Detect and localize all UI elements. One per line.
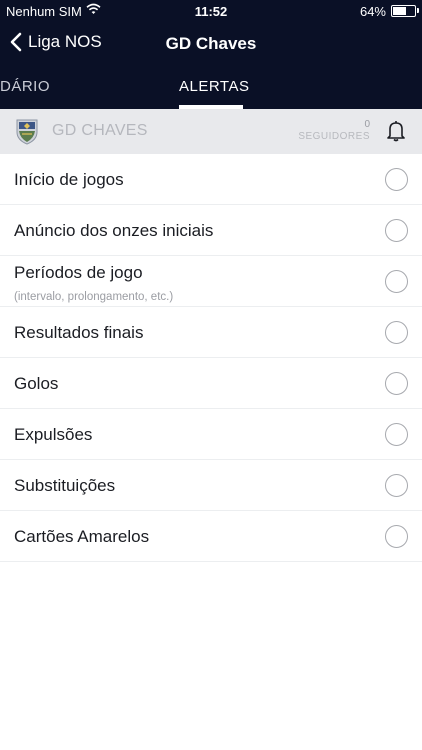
alert-label: Resultados finais <box>14 323 144 342</box>
alert-row-expulsoes[interactable]: Expulsões <box>0 409 422 460</box>
battery-tip <box>417 8 419 13</box>
alert-row-resultados-finais[interactable]: Resultados finais <box>0 307 422 358</box>
tab-calendario[interactable]: DÁRIO <box>0 78 50 95</box>
team-follow-bar: GD CHAVES 0 SEGUIDORES <box>0 109 422 154</box>
radio-circle-icon[interactable] <box>385 321 408 344</box>
alert-label: Cartões Amarelos <box>14 527 150 546</box>
alert-label: Anúncio dos onzes iniciais <box>14 221 214 240</box>
alert-row-substituicoes[interactable]: Substituições <box>0 460 422 511</box>
battery-icon <box>391 5 416 17</box>
radio-circle-icon[interactable] <box>385 525 408 548</box>
alert-label: Períodos de jogo <box>14 263 143 282</box>
radio-circle-icon[interactable] <box>385 219 408 242</box>
radio-circle-icon[interactable] <box>385 474 408 497</box>
status-time: 11:52 <box>194 4 228 19</box>
alert-label: Golos <box>14 374 59 393</box>
alert-row-cartoes-amarelos[interactable]: Cartões Amarelos <box>0 511 422 562</box>
alert-row-golos[interactable]: Golos <box>0 358 422 409</box>
alert-label: Substituições <box>14 476 116 495</box>
alert-label: Início de jogos <box>14 170 124 189</box>
alert-row-inicio-de-jogos[interactable]: Início de jogos <box>0 154 422 205</box>
alert-row-periodos-de-jogo[interactable]: Períodos de jogo (intervalo, prolongamen… <box>0 256 422 307</box>
alert-row-anuncio-onzes[interactable]: Anúncio dos onzes iniciais <box>0 205 422 256</box>
radio-circle-icon[interactable] <box>385 168 408 191</box>
team-name: GD CHAVES <box>52 122 148 139</box>
alert-sublabel: (intervalo, prolongamento, etc.) <box>14 291 174 303</box>
app-header: Nenhum SIM 11:52 64% Liga NOS GD Chaves … <box>0 0 422 109</box>
radio-circle-icon[interactable] <box>385 270 408 293</box>
page-title: GD Chaves <box>165 34 257 53</box>
followers-count: 0 <box>364 119 370 130</box>
followers-label: SEGUIDORES <box>298 131 370 142</box>
alerts-list: Início de jogos Anúncio dos onzes inicia… <box>0 154 422 562</box>
bell-icon[interactable] <box>386 120 406 147</box>
navigation-bar: Liga NOS GD Chaves <box>0 22 422 66</box>
radio-circle-icon[interactable] <box>385 372 408 395</box>
battery-percent: 64% <box>359 4 386 19</box>
status-bar: Nenhum SIM 11:52 64% <box>0 0 422 22</box>
tab-bar: DÁRIO ALERTAS <box>0 66 422 109</box>
alert-label: Expulsões <box>14 425 93 444</box>
team-crest-icon <box>15 117 39 150</box>
battery-fill <box>393 7 406 15</box>
radio-circle-icon[interactable] <box>385 423 408 446</box>
tab-alertas[interactable]: ALERTAS <box>179 78 249 95</box>
